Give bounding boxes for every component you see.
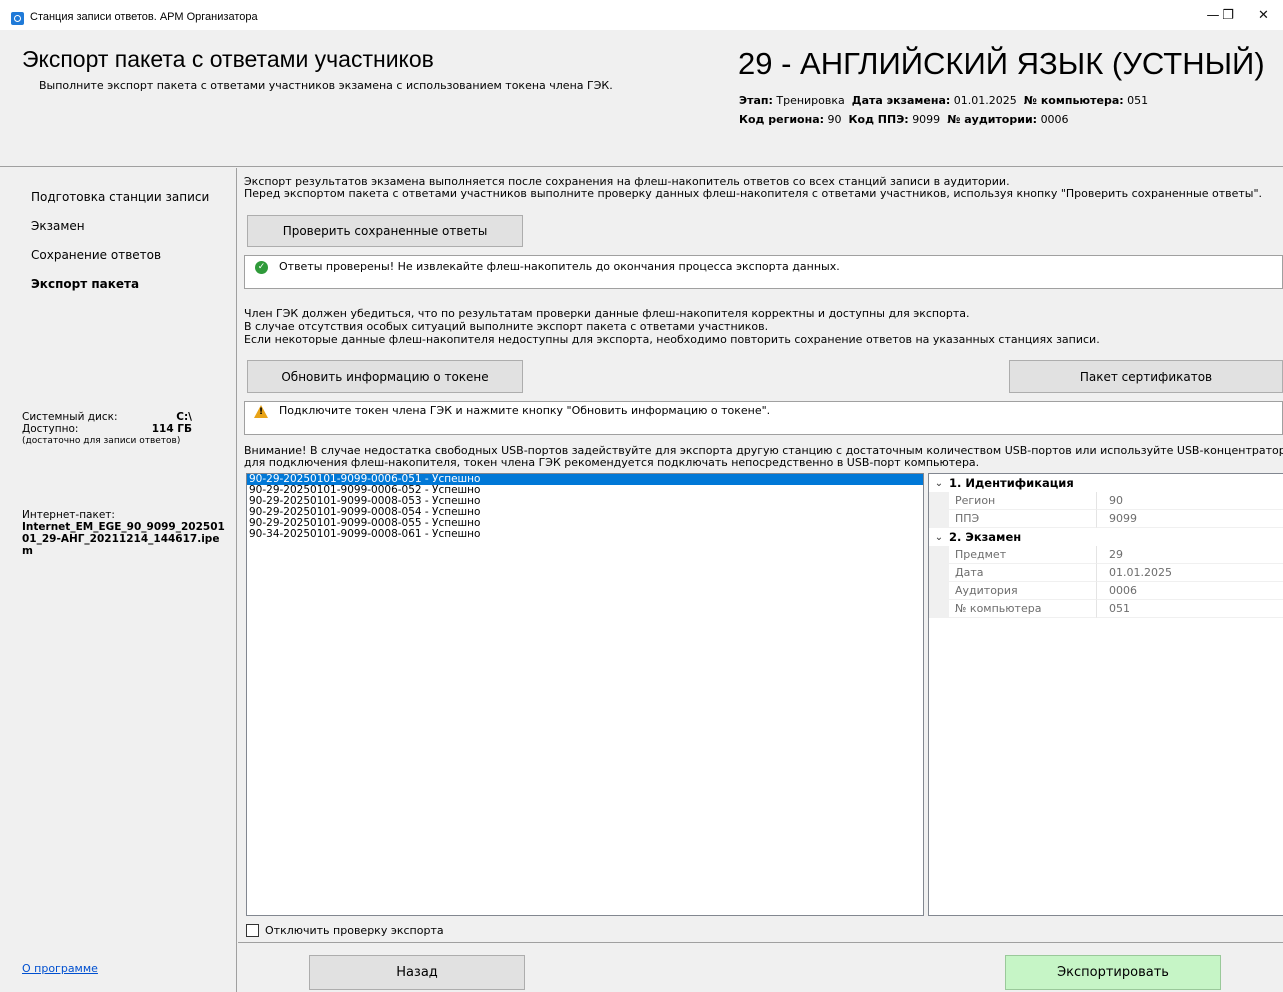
property-key: Аудитория [949,582,1097,600]
export-button[interactable]: Экспортировать [1005,955,1221,990]
token-status-box: ! Подключите токен члена ГЭК и нажмите к… [244,401,1283,435]
left-sidebar: Подготовка станции записи Экзамен Сохран… [0,168,237,992]
room-label: № аудитории: [947,113,1038,126]
certificates-button[interactable]: Пакет сертификатов [1009,360,1283,393]
computer-label: № компьютера: [1023,94,1124,107]
stage-value: Тренировка [776,94,845,107]
property-row[interactable]: № компьютера 051 [929,600,1283,618]
check-status-box: ✓ Ответы проверены! Не извлекайте флеш-н… [244,255,1283,289]
property-key: Регион [949,492,1097,510]
exam-meta-row-2: Код региона: 90 Код ППЭ: 9099 № аудитори… [739,113,1069,126]
gek-line-2: В случае отсутствия особых ситуаций выпо… [244,320,769,333]
free-label: Доступно: [22,423,79,435]
check-status-text: Ответы проверены! Не извлекайте флеш-нак… [279,260,840,273]
disk-value: C:\ [176,411,192,423]
check-answers-button[interactable]: Проверить сохраненные ответы [247,215,523,247]
exam-date-value: 01.01.2025 [953,94,1017,107]
chevron-down-icon[interactable]: ⌄ [929,532,949,543]
property-value: 9099 [1097,510,1283,528]
region-label: Код региона: [739,113,825,126]
page-title: Экспорт пакета с ответами участников [22,46,434,72]
nav-item-export[interactable]: Экспорт пакета [31,277,139,291]
package-label: Интернет-пакет: [22,509,115,521]
gek-line-1: Член ГЭК должен убедиться, что по резуль… [244,307,970,320]
property-key: ППЭ [949,510,1097,528]
property-value: 051 [1097,600,1283,618]
property-value: 0006 [1097,582,1283,600]
property-row[interactable]: ППЭ 9099 [929,510,1283,528]
title-bar: Станция записи ответов. АРМ Организатора… [0,0,1283,30]
property-value: 01.01.2025 [1097,564,1283,582]
nav-item-save-answers[interactable]: Сохранение ответов [31,248,161,262]
files-list[interactable]: 90-29-20250101-9099-0006-051 - Успешно 9… [246,473,924,916]
category-label: 1. Идентификация [949,476,1074,490]
computer-value: 051 [1127,94,1149,107]
category-label: 2. Экзамен [949,530,1022,544]
property-value: 90 [1097,492,1283,510]
disk-label: Системный диск: [22,411,118,423]
exam-meta-row-1: Этап: Тренировка Дата экзамена: 01.01.20… [739,94,1148,107]
system-info: Системный диск: C:\ Доступно: 114 ГБ (дост… [22,411,192,447]
free-value: 114 ГБ [151,423,192,435]
page-subtitle: Выполните экспорт пакета с ответами учас… [39,79,613,92]
properties-grid: ⌄ 1. Идентификация Регион 90 ППЭ 9099 ⌄ 2.… [928,473,1283,916]
category-identification[interactable]: ⌄ 1. Идентификация [929,474,1283,492]
free-note: (достаточно для записи ответов) [22,436,181,446]
exam-date-label: Дата экзамена: [851,94,951,107]
warning-icon: ! [254,405,268,418]
region-value: 90 [827,113,842,126]
gek-line-3: Если некоторые данные флеш-накопителя не… [244,333,1100,346]
property-key: Предмет [949,546,1097,564]
usb-warning-line-2: для подключения флеш-накопителя, токен ч… [244,456,980,469]
nav-item-preparation[interactable]: Подготовка станции записи [31,190,209,204]
property-row[interactable]: Регион 90 [929,492,1283,510]
ppe-label: Код ППЭ: [848,113,909,126]
check-ok-icon: ✓ [255,261,268,274]
property-key: № компьютера [949,600,1097,618]
package-info: Интернет-пакет: Internet_EM_EGE_90_9099_… [22,509,227,557]
about-link[interactable]: О программе [22,962,98,975]
package-value: Internet_EM_EGE_90_9099_20250101_29-АНГ_… [22,521,225,557]
token-status-text: Подключите токен члена ГЭК и нажмите кно… [279,404,771,417]
room-value: 0006 [1040,113,1069,126]
property-row[interactable]: Дата 01.01.2025 [929,564,1283,582]
exam-subject: 29 - АНГЛИЙСКИЙ ЯЗЫК (УСТНЫЙ) [738,46,1265,81]
back-button[interactable]: Назад [309,955,525,990]
nav-item-exam[interactable]: Экзамен [31,219,85,233]
window-title: Станция записи ответов. АРМ Организатора [30,11,258,23]
main-panel: Экспорт результатов экзамена выполняется… [238,168,1283,992]
category-exam[interactable]: ⌄ 2. Экзамен [929,528,1283,546]
bottom-bar: Назад Экспортировать [238,942,1283,992]
disable-check-checkbox[interactable]: Отключить проверку экспорта [246,924,444,937]
property-value: 29 [1097,546,1283,564]
chevron-down-icon[interactable]: ⌄ [929,478,949,489]
app-window: Станция записи ответов. АРМ Организатора… [0,0,1283,992]
close-button[interactable]: ✕ [1244,0,1283,30]
property-row[interactable]: Аудитория 0006 [929,582,1283,600]
intro-line-2: Перед экспортом пакета с ответами участн… [244,187,1263,200]
list-item[interactable]: 90-34-20250101-9099-0008-061 - Успешно [247,529,923,540]
stage-label: Этап: [739,94,773,107]
page-header: Экспорт пакета с ответами участников Вып… [0,30,1283,167]
disable-check-label: Отключить проверку экспорта [265,924,444,937]
ppe-value: 9099 [912,113,941,126]
checkbox-box[interactable] [246,924,259,937]
app-icon [11,12,24,25]
property-row[interactable]: Предмет 29 [929,546,1283,564]
refresh-token-button[interactable]: Обновить информацию о токене [247,360,523,393]
property-key: Дата [949,564,1097,582]
